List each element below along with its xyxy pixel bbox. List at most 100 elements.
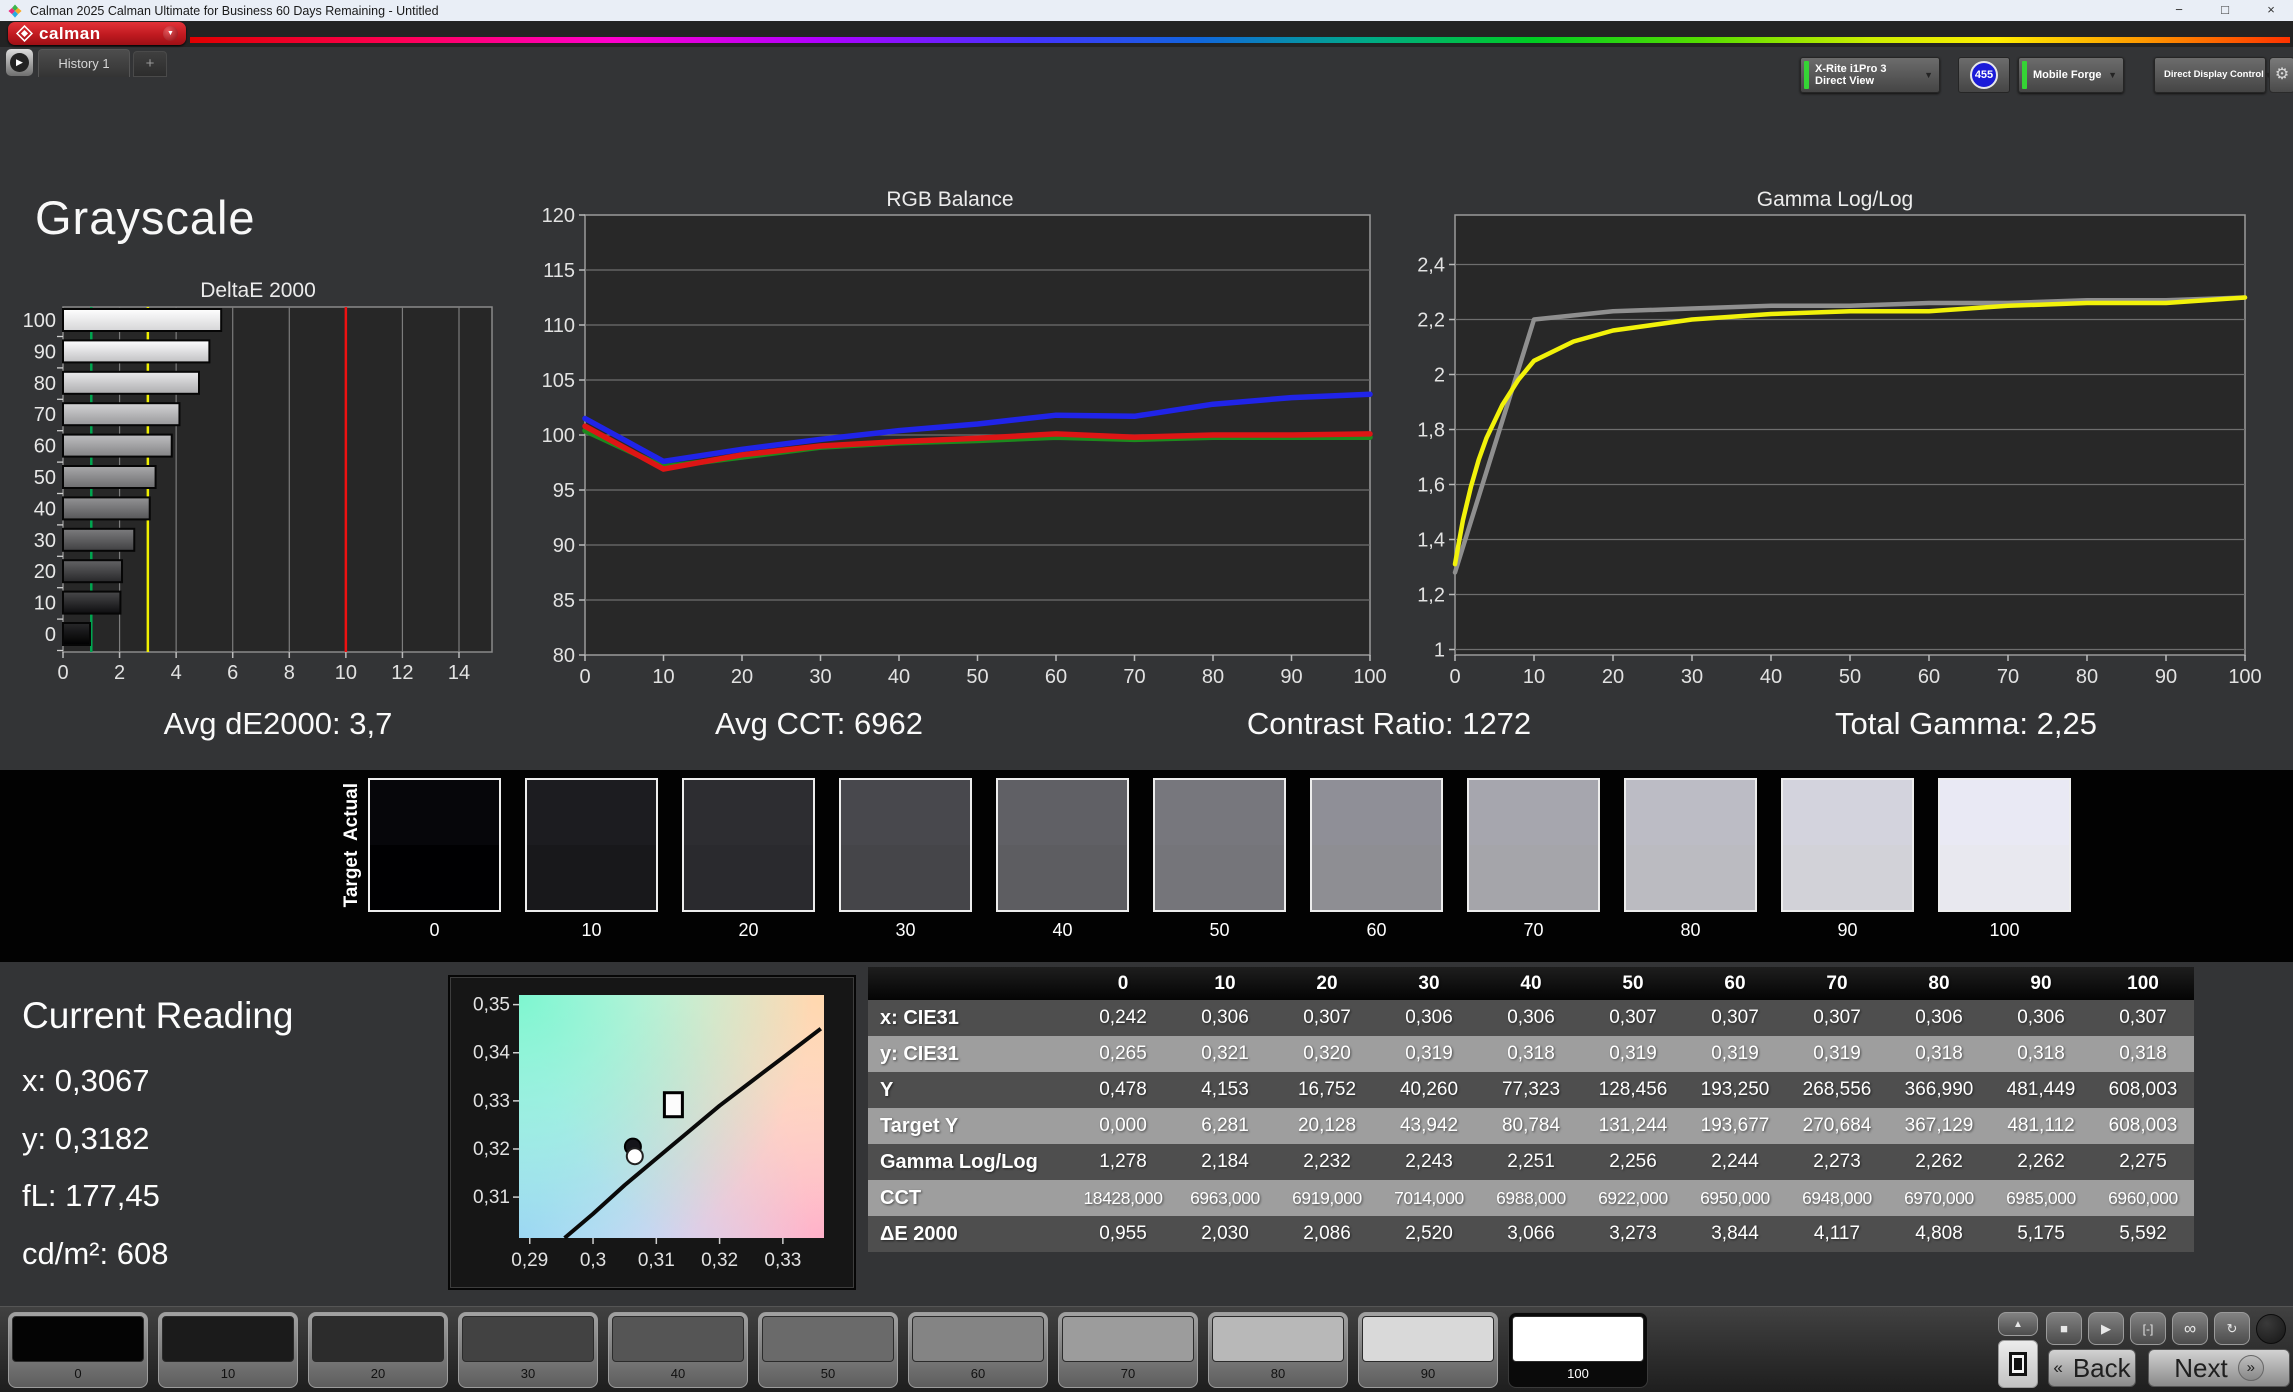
svg-text:60: 60 [1045, 666, 1067, 688]
display-control-dropdown[interactable]: Direct Display Control ▼ [2154, 57, 2273, 93]
grayscale-swatch-70: 70 [1467, 778, 1600, 941]
tab-history-1[interactable]: History 1 [38, 49, 130, 77]
table-cell: 2,244 [1711, 1151, 1759, 1172]
table-cell: 0,319 [1609, 1043, 1657, 1064]
svg-text:115: 115 [543, 260, 575, 282]
svg-text:12: 12 [391, 662, 413, 684]
refresh-button[interactable]: ↻ [2214, 1312, 2250, 1345]
pattern-level-label: 30 [520, 1366, 536, 1381]
stop-button[interactable]: ■ [2046, 1312, 2082, 1345]
svg-text:0,32: 0,32 [473, 1139, 510, 1160]
next-button[interactable]: Next » [2148, 1349, 2290, 1387]
table-cell: 270,684 [1802, 1115, 1872, 1136]
swatch-level-label: 10 [581, 920, 602, 940]
meter-dropdown[interactable]: X-Rite i1Pro 3 Direct View ▼ [1800, 57, 1940, 93]
pattern-color [312, 1316, 444, 1362]
pattern-swatch-button-60[interactable]: 60 [908, 1312, 1048, 1388]
calman-logo-text: calman [39, 23, 101, 43]
table-cell: 128,456 [1598, 1079, 1668, 1100]
svg-text:110: 110 [543, 315, 575, 337]
chevrons-left-icon: « [2053, 1358, 2063, 1377]
pattern-swatch-button-20[interactable]: 20 [308, 1312, 448, 1388]
svg-text:0: 0 [57, 662, 68, 684]
svg-text:20: 20 [731, 666, 753, 688]
grayscale-swatch-90: 90 [1781, 778, 1914, 941]
svg-text:70: 70 [1123, 666, 1145, 688]
table-cell: 0,321 [1201, 1043, 1249, 1064]
pattern-swatch-button-40[interactable]: 40 [608, 1312, 748, 1388]
table-col-header: 80 [1928, 972, 1950, 994]
table-cell: 6985,000 [2006, 1187, 2076, 1208]
table-cell: 3,273 [1609, 1223, 1657, 1244]
source-dropdown[interactable]: Mobile Forge ▼ [2018, 57, 2124, 93]
table-cell: 131,244 [1598, 1115, 1668, 1136]
svg-text:40: 40 [888, 666, 910, 688]
svg-text:RGB Balance: RGB Balance [886, 188, 1013, 211]
svg-text:0,34: 0,34 [473, 1043, 510, 1064]
actual-patch [527, 780, 656, 845]
table-col-header: 0 [1117, 972, 1129, 994]
meter-badge-plate[interactable]: 455 [1958, 57, 2010, 93]
add-tab-button[interactable]: + [133, 51, 167, 77]
table-cell: 5,592 [2119, 1223, 2167, 1244]
continuous-button[interactable]: ∞ [2172, 1312, 2208, 1345]
table-cell: 40,260 [1399, 1079, 1459, 1100]
play-button[interactable]: ▶ [2088, 1312, 2124, 1345]
settings-button[interactable]: ⚙ [2269, 57, 2293, 93]
table-cell: 6948,000 [1802, 1187, 1872, 1208]
table-cell: 6988,000 [1496, 1187, 1566, 1208]
actual-patch [1469, 780, 1598, 845]
pattern-swatch-button-80[interactable]: 80 [1208, 1312, 1348, 1388]
pattern-swatch-button-0[interactable]: 0 [8, 1312, 148, 1388]
svg-text:105: 105 [542, 370, 575, 392]
table-col-header: 10 [1214, 972, 1236, 994]
table-cell: 2,251 [1507, 1151, 1555, 1172]
close-button[interactable]: × [2254, 0, 2288, 21]
target-patch [1155, 845, 1284, 910]
run-history-button[interactable]: ▶ [6, 49, 33, 76]
pattern-level-label: 80 [1270, 1366, 1286, 1381]
play-icon: ▶ [2101, 1320, 2111, 1336]
table-row: Gamma Log/Log 1,278 2,184 2,232 2,243 2,251 2,… [868, 1144, 2194, 1180]
svg-text:1: 1 [1434, 640, 1445, 662]
pattern-swatch-button-30[interactable]: 30 [458, 1312, 598, 1388]
table-cell: 0,320 [1303, 1043, 1351, 1064]
svg-text:90: 90 [553, 535, 575, 557]
pattern-swatch-button-70[interactable]: 70 [1058, 1312, 1198, 1388]
target-row-label: Target [341, 850, 362, 908]
minimize-button[interactable]: − [2162, 0, 2196, 21]
pattern-color [12, 1316, 144, 1362]
table-cell: 0,307 [1303, 1007, 1351, 1028]
table-cell: 608,003 [2108, 1079, 2178, 1100]
maximize-button[interactable]: □ [2208, 0, 2242, 21]
chevron-down-icon[interactable]: ▼ [163, 26, 178, 41]
table-cell: 6970,000 [1904, 1187, 1974, 1208]
table-col-header: 90 [2030, 972, 2052, 994]
calman-menu-button[interactable]: calman ▼ [8, 22, 186, 45]
interval-button[interactable]: [-] [2130, 1312, 2166, 1345]
pattern-up-button[interactable]: ▲ [1998, 1312, 2038, 1336]
play-icon: ▶ [10, 53, 29, 72]
table-row-label: CCT [880, 1186, 922, 1209]
table-cell: 0,307 [1813, 1007, 1861, 1028]
svg-text:10: 10 [652, 666, 674, 688]
pattern-swatch-button-100[interactable]: 100 [1508, 1312, 1648, 1388]
table-cell: 1,278 [1099, 1151, 1147, 1172]
pattern-window-button[interactable] [1998, 1340, 2038, 1388]
source-status-bar [2022, 61, 2027, 89]
pattern-swatch-button-90[interactable]: 90 [1358, 1312, 1498, 1388]
svg-text:70: 70 [34, 404, 56, 426]
pattern-swatch-button-10[interactable]: 10 [158, 1312, 298, 1388]
deltae-2000-chart: DeltaE 20000 2 4 6 8 10 12 14100908070605040302… [23, 279, 493, 684]
svg-text:100: 100 [1353, 666, 1386, 688]
pattern-level-label: 90 [1420, 1366, 1436, 1381]
table-cell: 2,262 [2017, 1151, 2065, 1172]
svg-text:0: 0 [1449, 666, 1460, 688]
grayscale-swatch-30: 30 [839, 778, 972, 941]
svg-text:0: 0 [45, 624, 56, 646]
svg-text:80: 80 [34, 373, 56, 395]
pattern-swatch-button-50[interactable]: 50 [758, 1312, 898, 1388]
back-button[interactable]: « Back [2048, 1349, 2136, 1387]
table-cell: 4,153 [1201, 1079, 1249, 1100]
continuous-icon: ∞ [2183, 1318, 2197, 1338]
